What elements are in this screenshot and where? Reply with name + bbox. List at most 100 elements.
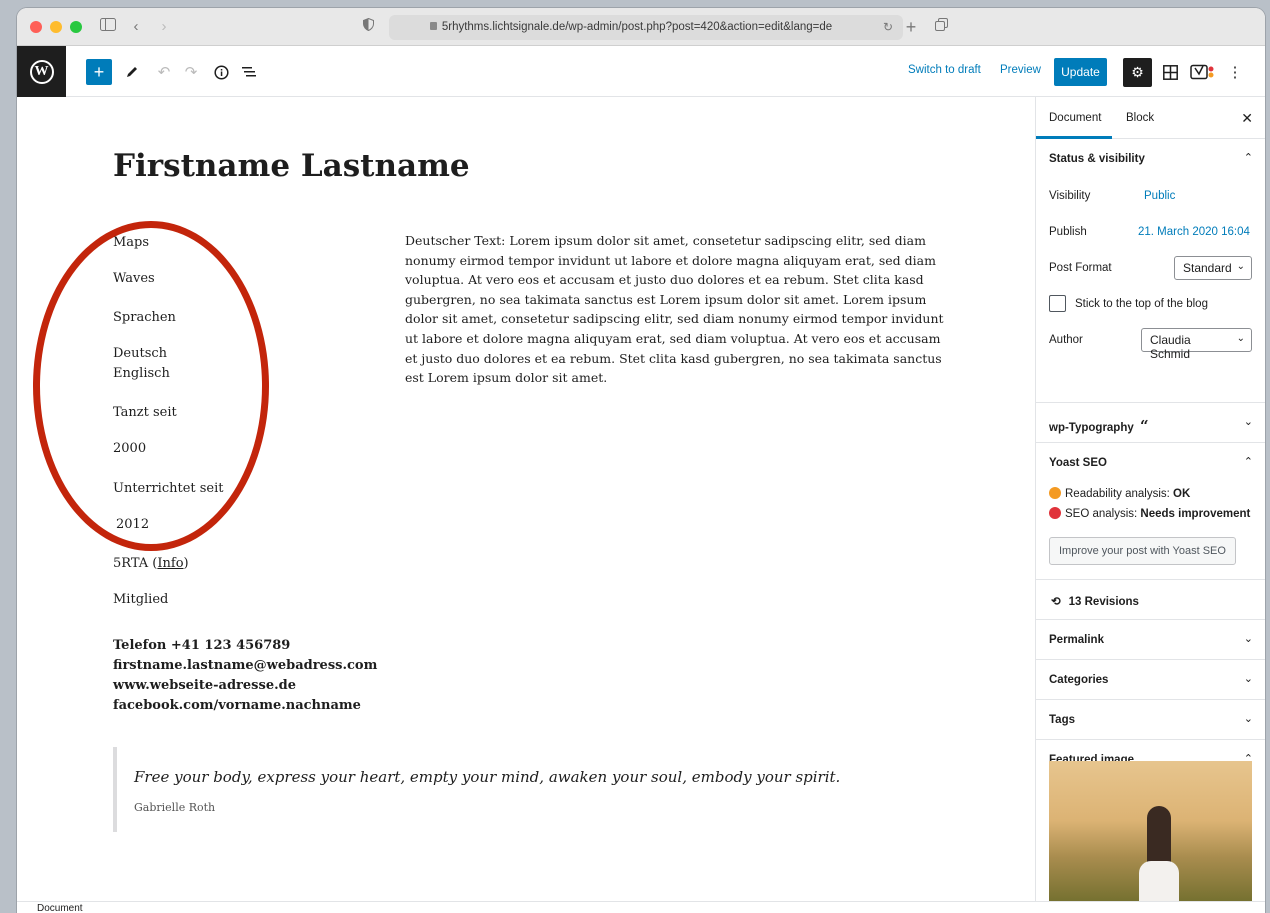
- quote-text: Free your body, express your heart, empt…: [134, 768, 841, 786]
- tags-title: Tags: [1049, 714, 1075, 726]
- readability-analysis[interactable]: Readability analysis: OK: [1036, 483, 1265, 503]
- post-title[interactable]: Firstname Lastname: [113, 148, 470, 184]
- author-row: Author Claudia Schmid ⌄: [1036, 323, 1265, 361]
- contact-email: firstname.lastname@webadress.com: [113, 658, 378, 673]
- visibility-row: Visibility Public: [1036, 179, 1265, 215]
- address-bar[interactable]: 5rhythms.lichtsignale.de/wp-admin/post.p…: [389, 15, 903, 40]
- seo-analysis[interactable]: SEO analysis: Needs improvement: [1036, 503, 1265, 523]
- lock-icon: [429, 22, 437, 30]
- author-select[interactable]: Claudia Schmid ⌄: [1141, 328, 1252, 361]
- chevron-down-icon: ⌄: [1243, 633, 1253, 645]
- improve-with-yoast-button[interactable]: Improve your post with Yoast SEO: [1049, 537, 1236, 565]
- chevron-down-icon: ⌄: [1243, 416, 1253, 428]
- permalink-title: Permalink: [1049, 634, 1104, 646]
- featured-image-thumbnail[interactable]: [1049, 761, 1252, 901]
- settings-sidebar: Document Block ✕ Status & visibility ⌃ V…: [1035, 97, 1265, 901]
- block-breadcrumb[interactable]: Document: [17, 901, 1265, 913]
- yoast-icon[interactable]: [1189, 59, 1217, 85]
- sidebar-toggle-icon[interactable]: [97, 16, 119, 38]
- red-highlight-ellipse: [33, 221, 269, 551]
- publish-row: Publish 21. March 2020 16:04: [1036, 215, 1265, 251]
- readability-ok-icon: [1049, 487, 1061, 499]
- readability-prefix: Readability analysis:: [1065, 488, 1174, 500]
- new-tab-icon[interactable]: +: [901, 16, 921, 38]
- contact-phone: Telefon +41 123 456789: [113, 638, 291, 653]
- contact-block[interactable]: Telefon +41 123 456789 firstname.lastnam…: [113, 636, 377, 716]
- post-format-select[interactable]: Standard ⌄: [1174, 256, 1252, 280]
- value-mitglied[interactable]: Mitglied: [113, 590, 168, 610]
- redo-icon[interactable]: ↷: [181, 59, 201, 85]
- add-block-button[interactable]: +: [86, 59, 112, 85]
- tab-document[interactable]: Document: [1049, 112, 1101, 124]
- post-format-label: Post Format: [1049, 262, 1112, 274]
- categories-title: Categories: [1049, 674, 1109, 686]
- sticky-checkbox[interactable]: [1049, 295, 1066, 312]
- tab-overview-icon[interactable]: [931, 16, 951, 38]
- author-label: Author: [1049, 334, 1083, 346]
- label-5rta[interactable]: 5RTA (Info): [113, 554, 189, 574]
- yoast-seo-title: Yoast SEO: [1049, 457, 1107, 469]
- permalink-toggle[interactable]: Permalink ⌄: [1036, 620, 1265, 660]
- chevron-down-icon: ⌄: [1236, 333, 1245, 344]
- close-window-button[interactable]: [30, 21, 42, 33]
- author-value: Claudia Schmid: [1150, 333, 1191, 361]
- body-paragraph[interactable]: Deutscher Text: Lorem ipsum dolor sit am…: [405, 231, 945, 388]
- post-format-value: Standard: [1183, 261, 1232, 275]
- chevron-up-icon: ⌃: [1243, 456, 1253, 468]
- typography-toggle[interactable]: wp-Typography “ ⌄: [1036, 403, 1265, 443]
- contact-facebook: facebook.com/vorname.nachname: [113, 698, 361, 713]
- seo-prefix: SEO analysis:: [1065, 508, 1141, 520]
- outline-icon[interactable]: [239, 59, 259, 85]
- visibility-label: Visibility: [1049, 190, 1091, 202]
- undo-icon[interactable]: ↶: [154, 59, 174, 85]
- privacy-shield-icon[interactable]: [359, 16, 377, 38]
- sticky-row: Stick to the top of the blog: [1036, 287, 1265, 323]
- editor-header: W + ↶ ↷ Switch to draft Preview Update ⚙…: [17, 46, 1265, 97]
- more-options-icon[interactable]: ⋮: [1225, 59, 1245, 85]
- tab-block[interactable]: Block: [1126, 112, 1154, 124]
- wordpress-logo-button[interactable]: W: [17, 46, 66, 97]
- categories-toggle[interactable]: Categories ⌄: [1036, 660, 1265, 700]
- close-icon[interactable]: ✕: [1241, 110, 1253, 127]
- wordpress-icon: W: [29, 59, 54, 84]
- status-visibility-title: Status & visibility: [1049, 153, 1145, 165]
- switch-to-draft-button[interactable]: Switch to draft: [908, 64, 981, 76]
- revisions-link[interactable]: ⟲ 13 Revisions: [1036, 580, 1265, 620]
- forward-icon[interactable]: ›: [155, 16, 173, 38]
- sticky-label[interactable]: Stick to the top of the blog: [1075, 298, 1208, 310]
- status-visibility-toggle[interactable]: Status & visibility ⌃: [1036, 139, 1265, 179]
- update-button[interactable]: Update: [1054, 58, 1107, 86]
- status-visibility-panel: Visibility Public Publish 21. March 2020…: [1036, 179, 1265, 403]
- revisions-history-icon: ⟲: [1051, 596, 1061, 608]
- quote-mark-icon: “: [1139, 417, 1149, 435]
- chevron-down-icon: ⌄: [1243, 673, 1253, 685]
- sidebar-tabs: Document Block ✕: [1036, 97, 1265, 139]
- publish-label: Publish: [1049, 226, 1087, 238]
- settings-gear-icon[interactable]: ⚙: [1123, 58, 1152, 87]
- quote-block[interactable]: Free your body, express your heart, empt…: [113, 747, 913, 832]
- label-5rta-prefix: 5RTA (: [113, 556, 158, 571]
- revisions-label: 13 Revisions: [1068, 596, 1139, 608]
- browser-toolbar: ‹ › 5rhythms.lichtsignale.de/wp-admin/po…: [17, 8, 1265, 46]
- address-url: 5rhythms.lichtsignale.de/wp-admin/post.p…: [441, 21, 833, 33]
- tools-pencil-icon[interactable]: [122, 59, 142, 85]
- typography-title: wp-Typography: [1049, 422, 1134, 434]
- visibility-value[interactable]: Public: [1144, 190, 1175, 202]
- seo-value: Needs improvement: [1140, 508, 1251, 520]
- post-format-row: Post Format Standard ⌄: [1036, 251, 1265, 287]
- tags-toggle[interactable]: Tags ⌄: [1036, 700, 1265, 740]
- publish-date[interactable]: 21. March 2020 16:04: [1138, 226, 1250, 238]
- featured-image-dress: [1139, 861, 1179, 901]
- preview-button[interactable]: Preview: [1000, 64, 1041, 76]
- reload-icon[interactable]: ↻: [883, 15, 893, 40]
- back-icon[interactable]: ‹: [127, 16, 145, 38]
- seo-needs-improvement-icon: [1049, 507, 1061, 519]
- info-icon[interactable]: [211, 59, 231, 85]
- info-link[interactable]: Info: [157, 556, 183, 571]
- minimize-window-button[interactable]: [50, 21, 62, 33]
- zoom-window-button[interactable]: [70, 21, 82, 33]
- yoast-seo-toggle[interactable]: Yoast SEO ⌃: [1036, 443, 1265, 483]
- block-manager-icon[interactable]: [1160, 59, 1180, 85]
- chevron-up-icon: ⌃: [1243, 152, 1253, 164]
- browser-window: ‹ › 5rhythms.lichtsignale.de/wp-admin/po…: [17, 8, 1265, 913]
